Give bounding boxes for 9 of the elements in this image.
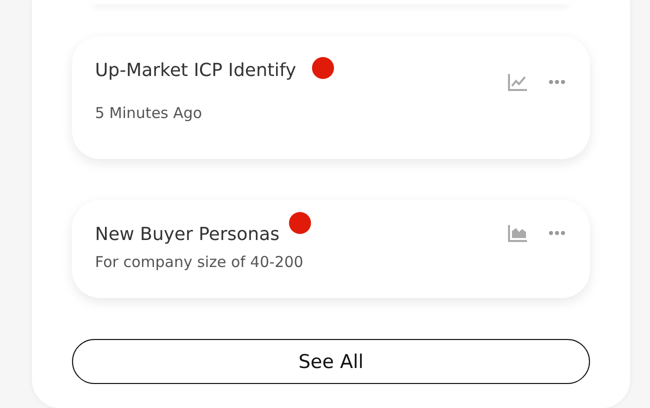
- line-chart-icon[interactable]: [507, 72, 529, 92]
- see-all-button[interactable]: See All: [72, 339, 590, 384]
- area-chart-icon[interactable]: [507, 223, 529, 243]
- card-subtitle: For company size of 40-200: [95, 253, 304, 271]
- card-subtitle: 5 Minutes Ago: [95, 104, 204, 122]
- card-title: Up-Market ICP Identify: [95, 60, 296, 80]
- more-icon[interactable]: [548, 79, 566, 85]
- more-icon[interactable]: [548, 230, 566, 236]
- card-title: New Buyer Personas: [95, 224, 280, 244]
